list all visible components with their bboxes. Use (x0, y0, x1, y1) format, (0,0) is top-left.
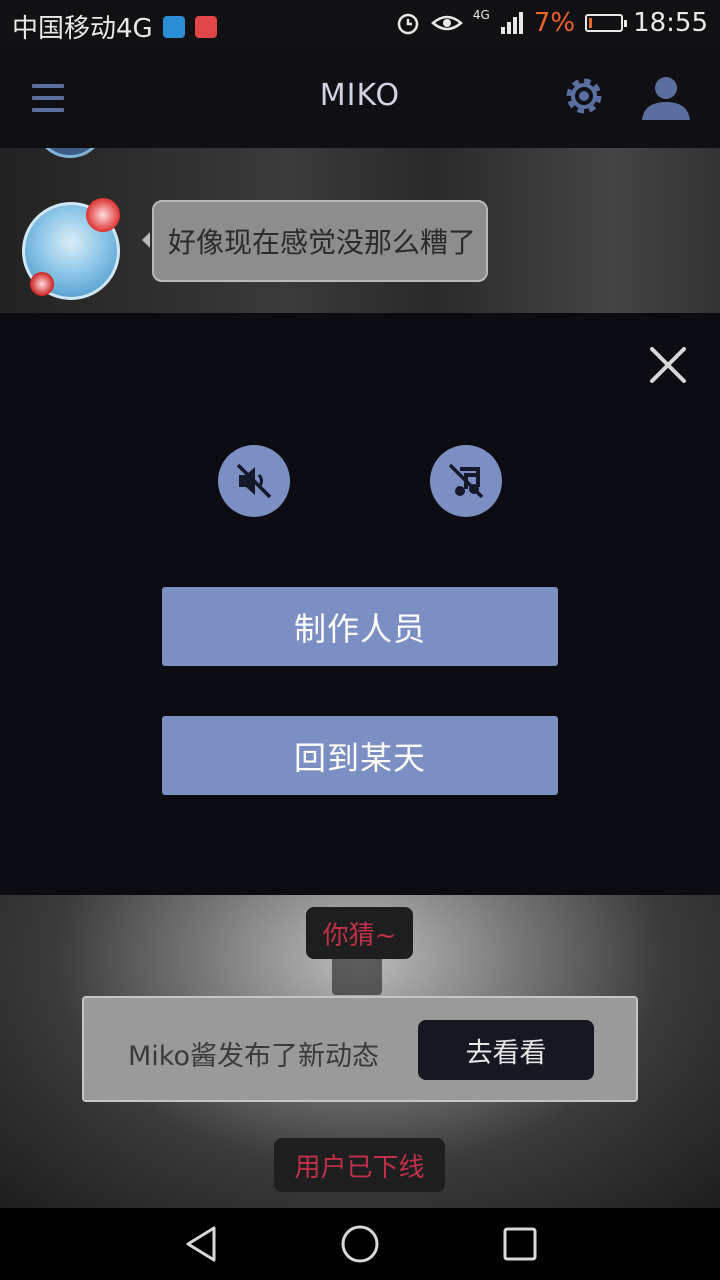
app-title: MIKO (319, 78, 401, 113)
back-to-day-button[interactable]: 回到某天 (162, 716, 558, 795)
flower-decoration (30, 272, 54, 296)
alarm-icon (397, 13, 419, 35)
guess-chip: 你猜~ (306, 907, 413, 959)
chat-area: 好像现在感觉没那么糟了 (0, 148, 720, 313)
battery-saver-icon (194, 15, 217, 38)
close-icon[interactable] (648, 345, 688, 385)
settings-overlay: 制作人员 回到某天 (0, 313, 720, 895)
gear-icon[interactable] (560, 72, 608, 120)
battery-percent: 7% (533, 8, 576, 38)
user-icon[interactable] (640, 74, 692, 122)
chat-bubble: 好像现在感觉没那么糟了 (142, 200, 488, 282)
battery-icon (585, 14, 628, 32)
notification-text: Miko酱发布了新动态 (128, 1041, 379, 1072)
sound-off-icon (236, 463, 272, 499)
avatar (34, 148, 106, 158)
notification-banner: Miko酱发布了新动态 去看看 (82, 996, 638, 1102)
go-see-button[interactable]: 去看看 (418, 1020, 594, 1080)
heart-monitor-icon (162, 15, 185, 38)
music-toggle-button[interactable] (430, 445, 502, 517)
offline-chip: 用户已下线 (274, 1138, 445, 1192)
sound-toggle-button[interactable] (218, 445, 290, 517)
status-bar: 中国移动4G 4G 7% 18:55 (0, 0, 720, 48)
app-bar: MIKO (0, 48, 720, 148)
chat-message: 好像现在感觉没那么糟了 (168, 226, 477, 259)
signal-icon (500, 12, 523, 34)
clock: 18:55 (633, 8, 708, 38)
back-icon[interactable] (182, 1224, 222, 1264)
music-off-icon (448, 463, 484, 499)
status-left: 中国移动4G (12, 8, 217, 45)
flower-decoration (86, 198, 120, 232)
credits-button[interactable]: 制作人员 (162, 587, 558, 666)
home-icon[interactable] (340, 1224, 380, 1264)
network-type: 4G (472, 8, 490, 22)
carrier-label: 中国移动4G (12, 14, 153, 44)
status-right: 4G 7% 18:55 (395, 8, 708, 38)
recent-apps-icon[interactable] (502, 1226, 538, 1262)
system-nav-bar (0, 1208, 720, 1280)
scene-background: 你猜~ Miko酱发布了新动态 去看看 用户已下线 (0, 895, 720, 1208)
eye-icon (430, 15, 463, 31)
